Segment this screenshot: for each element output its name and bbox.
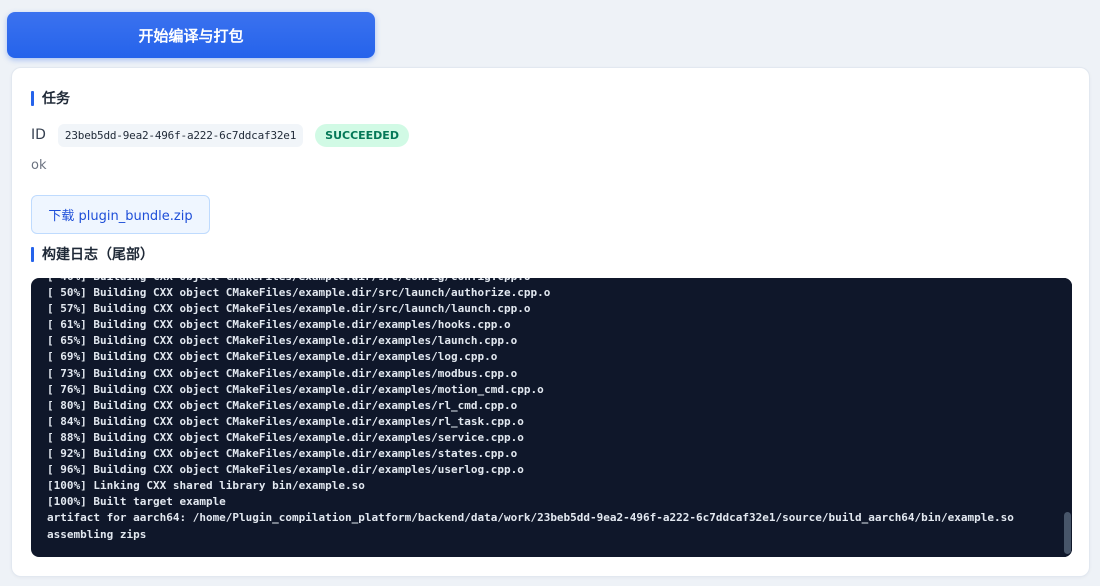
log-line: [ 76%] Building CXX object CMakeFiles/ex…: [47, 382, 544, 396]
log-line: [ 46%] Building CXX object CMakeFiles/ex…: [47, 278, 1052, 285]
task-id-value: 23beb5dd-9ea2-496f-a222-6c7ddcaf32e1: [57, 123, 304, 147]
log-line: [ 61%] Building CXX object CMakeFiles/ex…: [47, 318, 511, 332]
task-title-text: 任务: [42, 91, 70, 107]
section-accent-bar: [31, 90, 34, 106]
start-build-button[interactable]: 开始编译与打包: [7, 12, 375, 58]
log-line: assembling zips: [47, 527, 147, 541]
task-message: ok: [31, 158, 47, 173]
log-line: [ 50%] Building CXX object CMakeFiles/ex…: [47, 286, 551, 300]
log-line: [ 80%] Building CXX object CMakeFiles/ex…: [47, 398, 518, 412]
log-line: [ 65%] Building CXX object CMakeFiles/ex…: [47, 334, 518, 348]
status-badge: SUCCEEDED: [315, 123, 409, 147]
log-line: [ 84%] Building CXX object CMakeFiles/ex…: [47, 414, 524, 428]
log-line: artifact for aarch64: /home/Plugin_compi…: [47, 511, 1014, 525]
log-line: [ 73%] Building CXX object CMakeFiles/ex…: [47, 366, 518, 380]
log-line: [ 69%] Building CXX object CMakeFiles/ex…: [47, 350, 498, 364]
log-lines: [ 46%] Building CXX object CMakeFiles/ex…: [47, 278, 1052, 543]
log-line: [100%] Built target example: [47, 495, 226, 509]
task-id-row: ID 23beb5dd-9ea2-496f-a222-6c7ddcaf32e1 …: [31, 123, 409, 147]
log-line: [ 88%] Building CXX object CMakeFiles/ex…: [47, 430, 524, 444]
log-section-title: 构建日志（尾部）: [31, 244, 154, 264]
log-line: [100%] Linking CXX shared library bin/ex…: [47, 479, 365, 493]
log-line: [ 96%] Building CXX object CMakeFiles/ex…: [47, 463, 524, 477]
log-line: [ 57%] Building CXX object CMakeFiles/ex…: [47, 302, 531, 316]
id-label: ID: [31, 127, 46, 143]
section-accent-bar: [31, 246, 34, 262]
task-section-title: 任务: [31, 88, 70, 108]
download-bundle-button[interactable]: 下载 plugin_bundle.zip: [31, 195, 210, 234]
log-line: [ 92%] Building CXX object CMakeFiles/ex…: [47, 447, 518, 461]
build-log-panel[interactable]: [ 46%] Building CXX object CMakeFiles/ex…: [31, 278, 1072, 557]
task-card: 任务 ID 23beb5dd-9ea2-496f-a222-6c7ddcaf32…: [11, 67, 1090, 577]
log-scrollbar[interactable]: [1062, 278, 1072, 557]
log-title-text: 构建日志（尾部）: [42, 247, 154, 263]
log-scrollbar-thumb[interactable]: [1064, 512, 1071, 554]
